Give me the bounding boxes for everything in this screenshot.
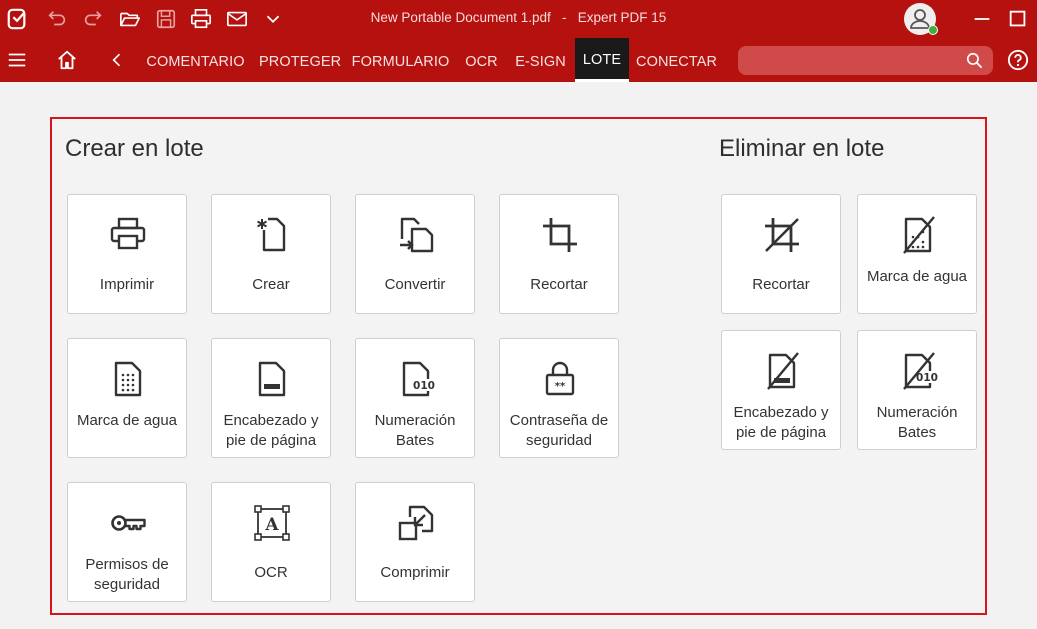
remove-crop-tile[interactable]: Recortar [721, 194, 841, 314]
ocr-icon: A [252, 503, 292, 543]
remove-crop-icon [762, 215, 802, 255]
search-icon[interactable] [965, 51, 984, 70]
tile-label: Recortar [530, 276, 588, 293]
batch-create-tile[interactable]: Crear [211, 194, 331, 314]
svg-text:010: 010 [916, 372, 938, 384]
tile-label: Marca de agua [866, 268, 968, 285]
tile-label: Imprimir [99, 276, 155, 293]
tile-label: Encabezado y pie de página [733, 404, 829, 441]
home-icon[interactable] [55, 48, 79, 72]
remove-section-title: Eliminar en lote [719, 135, 885, 162]
create-section-title: Crear en lote [65, 135, 204, 162]
batch-bates-tile[interactable]: 010 Numeración Bates [355, 338, 475, 458]
tile-label: Comprimir [380, 564, 450, 581]
batch-watermark-tile[interactable]: Marca de agua [67, 338, 187, 458]
printer-icon [108, 215, 148, 255]
batch-header-footer-tile[interactable]: Encabezado y pie de página [211, 338, 331, 458]
tile-label: Numeración Bates [876, 404, 958, 441]
tile-label: Contraseña de seguridad [509, 412, 609, 449]
minimize-icon[interactable] [970, 7, 994, 31]
hamburger-menu-icon[interactable] [5, 48, 29, 72]
crop-icon [540, 215, 580, 255]
batch-convert-tile[interactable]: Convertir [355, 194, 475, 314]
maximize-icon[interactable] [1006, 7, 1030, 31]
tab-e-sign[interactable]: E-SIGN [513, 38, 568, 82]
tile-label: OCR [254, 564, 288, 581]
tile-label: Marca de agua [76, 412, 178, 429]
ribbon-tab-bar: COMENTARIO PROTEGER FORMULARIO OCR E-SIG… [0, 38, 1037, 82]
batch-compress-tile[interactable]: Comprimir [355, 482, 475, 602]
remove-header-footer-tile[interactable]: Encabezado y pie de página [721, 330, 841, 450]
compress-icon [396, 503, 436, 543]
watermark-icon [108, 359, 148, 399]
title-bar: New Portable Document 1.pdf - Expert PDF… [0, 0, 1037, 38]
bates-numbering-icon: 010 [396, 359, 436, 399]
search-input[interactable] [738, 46, 993, 75]
back-chevron-icon[interactable] [105, 48, 129, 72]
batch-ocr-tile[interactable]: A OCR [211, 482, 331, 602]
tab-conectar[interactable]: CONECTAR [636, 38, 717, 82]
redo-icon[interactable] [81, 7, 105, 31]
svg-text:010: 010 [413, 380, 435, 392]
batch-print-tile[interactable]: Imprimir [67, 194, 187, 314]
tab-proteger[interactable]: PROTEGER [259, 38, 341, 82]
tile-label: Crear [252, 276, 290, 293]
email-icon[interactable] [225, 7, 249, 31]
print-icon[interactable] [189, 7, 213, 31]
remove-bates-tile[interactable]: 010 Numeración Bates [857, 330, 977, 450]
remove-bates-icon: 010 [898, 351, 938, 391]
batch-crop-tile[interactable]: Recortar [499, 194, 619, 314]
tab-lote[interactable]: LOTE [575, 38, 629, 82]
tile-label: Permisos de seguridad [85, 556, 169, 593]
header-footer-icon [252, 359, 292, 399]
tab-ocr[interactable]: OCR [463, 38, 500, 82]
tile-label: Convertir [384, 276, 446, 293]
tile-label: Recortar [752, 276, 810, 293]
batch-password-tile[interactable]: ** Contraseña de seguridad [499, 338, 619, 458]
batch-permissions-tile[interactable]: Permisos de seguridad [67, 482, 187, 602]
tab-comentario[interactable]: COMENTARIO [145, 38, 246, 82]
chevron-down-icon[interactable] [261, 7, 285, 31]
app-logo-icon[interactable] [5, 7, 29, 31]
new-document-icon [252, 215, 292, 255]
tile-label: Encabezado y pie de página [223, 412, 319, 449]
user-account-icon[interactable] [904, 3, 938, 35]
remove-watermark-icon [898, 215, 938, 255]
svg-text:**: ** [555, 381, 566, 392]
tab-formulario[interactable]: FORMULARIO [351, 38, 450, 82]
open-folder-icon[interactable] [118, 7, 142, 31]
key-icon [108, 503, 148, 543]
batch-panel: Crear en lote Eliminar en lote Imprimir … [50, 117, 987, 615]
remove-header-footer-icon [762, 351, 802, 391]
tile-label: Numeración Bates [374, 412, 456, 449]
help-icon[interactable] [1006, 48, 1030, 72]
online-status-indicator [928, 25, 938, 35]
remove-watermark-tile[interactable]: Marca de agua [857, 194, 977, 314]
convert-icon [396, 215, 436, 255]
undo-icon[interactable] [45, 7, 69, 31]
save-icon[interactable] [154, 7, 178, 31]
svg-text:A: A [264, 515, 279, 535]
password-lock-icon: ** [540, 359, 580, 399]
